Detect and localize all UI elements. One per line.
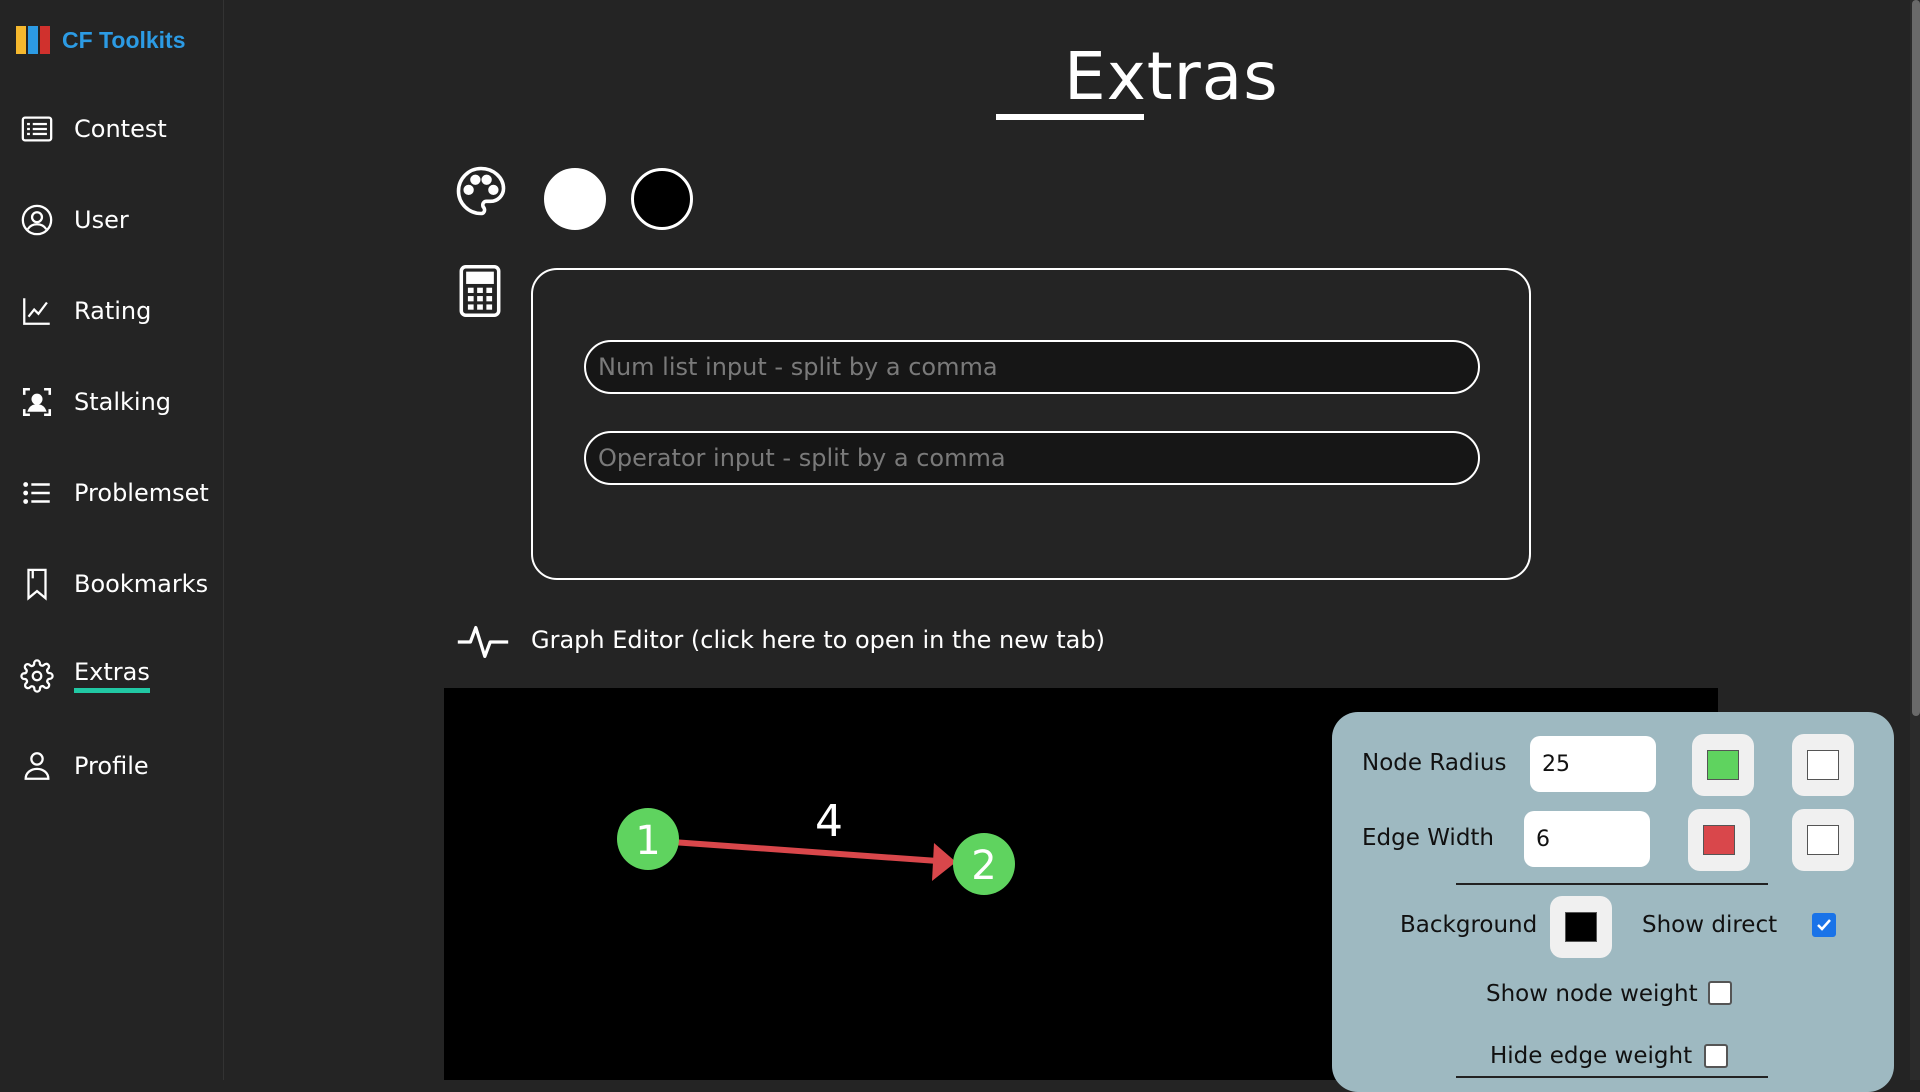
edge-weight-label: 4 — [815, 796, 843, 847]
theme-black-button[interactable] — [631, 168, 693, 230]
graph-settings-panel: Node Radius Edge Width Background Show d… — [1332, 712, 1894, 1092]
user-circle-icon — [21, 204, 53, 236]
edge-width-label: Edge Width — [1362, 825, 1495, 851]
gear-icon — [20, 658, 54, 693]
palette-icon — [456, 166, 506, 216]
node-label: 2 — [971, 843, 996, 889]
background-color-picker[interactable] — [1550, 896, 1612, 958]
pulse-icon — [457, 625, 509, 659]
panel-divider — [1456, 883, 1768, 885]
node-radius-input[interactable] — [1530, 736, 1656, 792]
sidebar-item-stalking[interactable]: Stalking — [20, 385, 171, 419]
sidebar-item-label: Problemset — [74, 479, 209, 507]
person-icon — [24, 752, 50, 780]
operator-input[interactable] — [584, 431, 1480, 485]
main-content: Extras Graph Editor (click here to open … — [224, 0, 1920, 1092]
sidebar-item-label: Bookmarks — [74, 570, 209, 598]
background-label: Background — [1400, 912, 1538, 938]
panel-divider — [1456, 1076, 1768, 1078]
calculator-icon — [459, 265, 501, 317]
bookmark-icon — [27, 568, 47, 601]
sidebar-item-bookmarks[interactable]: Bookmarks — [20, 567, 208, 601]
sidebar-item-problemset[interactable]: Problemset — [20, 476, 209, 510]
brand[interactable]: CF Toolkits — [16, 26, 186, 54]
hide-edge-weight-checkbox[interactable] — [1704, 1044, 1728, 1068]
title-underline — [996, 114, 1144, 120]
hide-edge-weight-label: Hide edge weight — [1490, 1043, 1693, 1069]
num-list-input[interactable] — [584, 340, 1480, 394]
edge-color-picker[interactable] — [1688, 809, 1750, 871]
list-icon — [23, 482, 50, 504]
checkmark-icon — [1817, 919, 1831, 931]
graph-editor[interactable]: 4 1 2 Node Radius Edge Width Background … — [444, 688, 1894, 1092]
sidebar-item-label: Contest — [74, 115, 167, 143]
node-text-color-picker[interactable] — [1792, 734, 1854, 796]
node-radius-label: Node Radius — [1362, 750, 1507, 776]
sidebar-item-label: Extras — [74, 658, 150, 693]
sidebar-item-contest[interactable]: Contest — [20, 112, 167, 146]
show-direct-checkbox[interactable] — [1812, 913, 1836, 937]
sidebar-item-label: Profile — [74, 752, 149, 780]
sidebar-item-label: Rating — [74, 297, 152, 325]
graph-editor-link[interactable]: Graph Editor (click here to open in the … — [531, 626, 1105, 654]
edge-arrowhead — [932, 843, 956, 881]
sidebar-item-user[interactable]: User — [20, 203, 129, 237]
sidebar-item-label: Stalking — [74, 388, 172, 416]
theme-white-button[interactable] — [544, 168, 606, 230]
edge-width-input[interactable] — [1524, 811, 1650, 867]
calculator-panel — [531, 268, 1531, 580]
node-color-picker[interactable] — [1692, 734, 1754, 796]
sidebar-item-label: User — [74, 206, 129, 234]
show-direct-label: Show direct — [1642, 912, 1778, 938]
line-chart-icon — [23, 298, 50, 325]
graph-edge[interactable] — [657, 838, 953, 865]
show-node-weight-checkbox[interactable] — [1708, 981, 1732, 1005]
brand-name: CF Toolkits — [62, 26, 186, 53]
sidebar-item-extras[interactable]: Extras — [20, 658, 150, 693]
page-title: Extras — [1064, 38, 1279, 115]
sidebar: CF Toolkits Contest User Rating Stalking… — [0, 0, 224, 1080]
sidebar-item-rating[interactable]: Rating — [20, 294, 151, 328]
scrollbar-thumb[interactable] — [1912, 0, 1920, 716]
show-node-weight-label: Show node weight — [1486, 981, 1698, 1007]
list-box-icon — [21, 116, 53, 142]
node-label: 1 — [635, 818, 660, 864]
graph-canvas[interactable]: 4 1 2 — [444, 688, 1104, 1080]
edge-text-color-picker[interactable] — [1792, 809, 1854, 871]
brand-logo — [16, 26, 50, 54]
sidebar-item-profile[interactable]: Profile — [20, 749, 149, 783]
user-scan-icon — [22, 387, 52, 417]
